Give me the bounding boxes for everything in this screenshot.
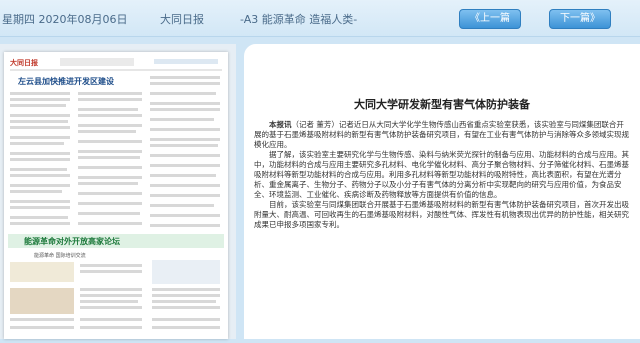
article-panel: 大同大学研发新型有害气体防护装备 本报讯（记者 董芳）记者近日从大同大学化学生物… [244,44,640,339]
thumb-band-headline: 能源革命对外开放高家论坛 [24,236,120,246]
article-paragraph-3: 目前，该实验室与同煤集团联合开展基于石墨烯基吸附材料的新型有害气体防护装备研究项… [254,200,629,229]
newspaper-page-thumbnail[interactable]: 大同日报 左云县加快推进开发区建设 能源革命对外开放高家论坛 能源革命 国际培训… [4,52,228,339]
previous-article-button[interactable]: 《上一篇 [459,9,521,29]
thumb-sub-headline: 能源革命 国际培训交流 [34,252,86,259]
article-paragraph-1-text: （记者 董芳）记者近日从大同大学化学生物传感山西省重点实验室获悉，该实验室与同煤… [254,120,629,149]
issue-date: 星期四 2020年08月06日 [2,13,128,26]
page-thumbnail-panel: 大同日报 左云县加快推进开发区建设 能源革命对外开放高家论坛 能源革命 国际培训… [0,44,236,339]
article-paragraph-1: 本报讯（记者 董芳）记者近日从大同大学化学生物传感山西省重点实验室获悉，该实验室… [254,120,630,150]
page-section: -A3 能源革命 造福人类- [240,13,358,26]
thumb-masthead: 大同日报 [10,58,39,67]
top-bar: 星期四 2020年08月06日 大同日报 -A3 能源革命 造福人类- 《上一篇… [0,0,640,37]
article-byline: 本报讯 [269,120,292,129]
article-paragraph-2: 据了解，该实验室主要研究化学与生物传感、染料与纳米荧光探针的制备与应用、功能材料… [254,150,629,199]
next-article-button[interactable]: 下一篇》 [549,9,611,29]
paper-name: 大同日报 [160,13,204,26]
newspaper-page-image[interactable]: 大同日报 左云县加快推进开发区建设 能源革命对外开放高家论坛 能源革命 国际培训… [4,52,228,339]
article-body: 本报讯（记者 董芳）记者近日从大同大学化学生物传感山西省重点实验室获悉，该实验室… [254,120,630,230]
article-title: 大同大学研发新型有害气体防护装备 [354,98,530,111]
thumb-headline-1: 左云县加快推进开发区建设 [17,76,114,86]
